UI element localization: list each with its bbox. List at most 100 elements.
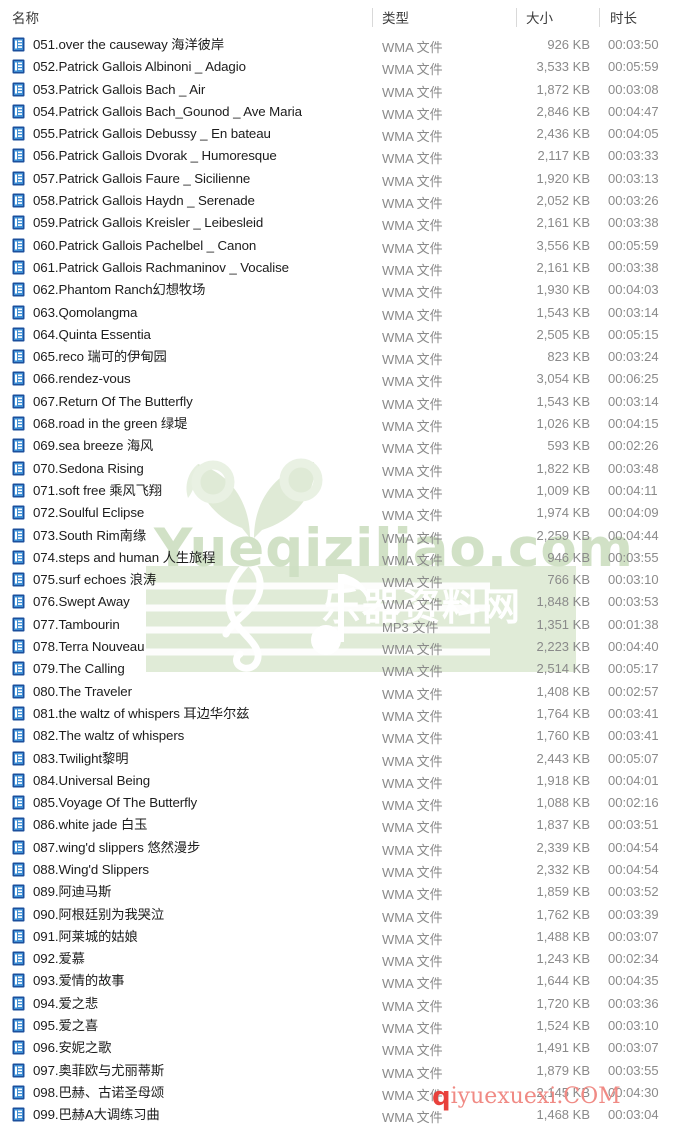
file-name-cell[interactable]: 067.Return Of The Butterfly (12, 393, 193, 410)
table-row[interactable]: 079.The Calling WMA 文件 2,514 KB 00:05:17 (0, 658, 700, 680)
table-row[interactable]: 099.巴赫A大调练习曲 WMA 文件 1,468 KB 00:03:04 (0, 1104, 700, 1126)
file-name-cell[interactable]: 088.Wing'd Slippers (12, 861, 149, 878)
table-row[interactable]: 077.Tambourin MP3 文件 1,351 KB 00:01:38 (0, 614, 700, 636)
file-name-cell[interactable]: 091.阿莱城的姑娘 (12, 928, 138, 945)
file-name-cell[interactable]: 084.Universal Being (12, 772, 150, 789)
file-name-cell[interactable]: 078.Terra Nouveau (12, 638, 145, 655)
table-row[interactable]: 083.Twilight黎明 WMA 文件 2,443 KB 00:05:07 (0, 748, 700, 770)
table-row[interactable]: 097.奥菲欧与尤丽蒂斯 WMA 文件 1,879 KB 00:03:55 (0, 1060, 700, 1082)
file-name-cell[interactable]: 070.Sedona Rising (12, 460, 144, 477)
table-row[interactable]: 089.阿迪马斯 WMA 文件 1,859 KB 00:03:52 (0, 881, 700, 903)
column-header-duration[interactable]: 时长 (610, 7, 637, 27)
file-name-cell[interactable]: 099.巴赫A大调练习曲 (12, 1106, 160, 1123)
file-name-cell[interactable]: 059.Patrick Gallois Kreisler _ Leibeslei… (12, 214, 263, 231)
table-row[interactable]: 053.Patrick Gallois Bach _ Air WMA 文件 1,87… (0, 79, 700, 101)
table-row[interactable]: 066.rendez-vous WMA 文件 3,054 KB 00:06:25 (0, 368, 700, 390)
file-name-cell[interactable]: 094.爱之悲 (12, 995, 98, 1012)
file-name-cell[interactable]: 064.Quinta Essentia (12, 326, 151, 343)
file-name-cell[interactable]: 060.Patrick Gallois Pachelbel _ Canon (12, 237, 256, 254)
file-name-cell[interactable]: 096.安妮之歌 (12, 1039, 111, 1056)
file-name-cell[interactable]: 051.over the causeway 海洋彼岸 (12, 36, 224, 53)
table-row[interactable]: 071.soft free 乘风飞翔 WMA 文件 1,009 KB 00:04:11 (0, 480, 700, 502)
file-name-cell[interactable]: 077.Tambourin (12, 616, 120, 633)
table-row[interactable]: 061.Patrick Gallois Rachmaninov _ Vocali… (0, 257, 700, 279)
table-row[interactable]: 063.Qomolangma WMA 文件 1,543 KB 00:03:14 (0, 302, 700, 324)
file-name-cell[interactable]: 076.Swept Away (12, 593, 130, 610)
table-row[interactable]: 052.Patrick Gallois Albinoni _ Adagio WMA… (0, 56, 700, 78)
table-row[interactable]: 087.wing'd slippers 悠然漫步 WMA 文件 2,339 KB 00… (0, 837, 700, 859)
file-name-cell[interactable]: 073.South Rim南缘 (12, 527, 146, 544)
file-name-cell[interactable]: 075.surf echoes 浪涛 (12, 571, 156, 588)
file-name-cell[interactable]: 063.Qomolangma (12, 304, 137, 321)
file-name-cell[interactable]: 093.爱情的故事 (12, 972, 125, 989)
file-name-cell[interactable]: 098.巴赫、古诺圣母颂 (12, 1084, 164, 1101)
file-name-cell[interactable]: 097.奥菲欧与尤丽蒂斯 (12, 1062, 164, 1079)
table-row[interactable]: 095.爱之喜 WMA 文件 1,524 KB 00:03:10 (0, 1015, 700, 1037)
table-row[interactable]: 091.阿莱城的姑娘 WMA 文件 1,488 KB 00:03:07 (0, 926, 700, 948)
file-name-cell[interactable]: 089.阿迪马斯 (12, 883, 111, 900)
file-name-cell[interactable]: 082.The waltz of whispers (12, 727, 184, 744)
table-row[interactable]: 062.Phantom Ranch幻想牧场 WMA 文件 1,930 KB 00:04… (0, 279, 700, 301)
table-row[interactable]: 092.爱慕 WMA 文件 1,243 KB 00:02:34 (0, 948, 700, 970)
file-name-cell[interactable]: 052.Patrick Gallois Albinoni _ Adagio (12, 58, 246, 75)
file-name-cell[interactable]: 085.Voyage Of The Butterfly (12, 794, 197, 811)
table-row[interactable]: 073.South Rim南缘 WMA 文件 2,259 KB 00:04:44 (0, 525, 700, 547)
table-row[interactable]: 098.巴赫、古诺圣母颂 WMA 文件 2,145 KB 00:04:30 (0, 1082, 700, 1104)
file-name-cell[interactable]: 083.Twilight黎明 (12, 750, 129, 767)
file-name-cell[interactable]: 074.steps and human 人生旅程 (12, 549, 215, 566)
file-name-cell[interactable]: 053.Patrick Gallois Bach _ Air (12, 81, 205, 98)
table-row[interactable]: 096.安妮之歌 WMA 文件 1,491 KB 00:03:07 (0, 1037, 700, 1059)
table-row[interactable]: 088.Wing'd Slippers WMA 文件 2,332 KB 00:04:5… (0, 859, 700, 881)
table-row[interactable]: 072.Soulful Eclipse WMA 文件 1,974 KB 00:04:0… (0, 502, 700, 524)
table-row[interactable]: 060.Patrick Gallois Pachelbel _ Canon WMA… (0, 235, 700, 257)
table-row[interactable]: 076.Swept Away WMA 文件 1,848 KB 00:03:53 (0, 591, 700, 613)
file-name-cell[interactable]: 054.Patrick Gallois Bach_Gounod _ Ave Ma… (12, 103, 302, 120)
table-row[interactable]: 064.Quinta Essentia WMA 文件 2,505 KB 00:05:1… (0, 324, 700, 346)
table-row[interactable]: 054.Patrick Gallois Bach_Gounod _ Ave Ma… (0, 101, 700, 123)
file-name-cell[interactable]: 087.wing'd slippers 悠然漫步 (12, 839, 200, 856)
table-row[interactable]: 068.road in the green 绿堤 WMA 文件 1,026 KB 00… (0, 413, 700, 435)
file-name-cell[interactable]: 069.sea breeze 海风 (12, 437, 153, 454)
table-row[interactable]: 081.the waltz of whispers 耳边华尔兹 WMA 文件 1,7… (0, 703, 700, 725)
file-name-cell[interactable]: 071.soft free 乘风飞翔 (12, 482, 162, 499)
table-row[interactable]: 080.The Traveler WMA 文件 1,408 KB 00:02:57 (0, 681, 700, 703)
table-row[interactable]: 055.Patrick Gallois Debussy _ En bateau W… (0, 123, 700, 145)
table-row[interactable]: 058.Patrick Gallois Haydn _ Serenade WMA … (0, 190, 700, 212)
file-name-cell[interactable]: 072.Soulful Eclipse (12, 504, 144, 521)
table-row[interactable]: 056.Patrick Gallois Dvorak _ Humoresque W… (0, 145, 700, 167)
table-row[interactable]: 059.Patrick Gallois Kreisler _ Leibeslei… (0, 212, 700, 234)
file-name-cell[interactable]: 066.rendez-vous (12, 370, 131, 387)
file-name-cell[interactable]: 065.reco 瑞可的伊甸园 (12, 348, 167, 365)
file-name-cell[interactable]: 057.Patrick Gallois Faure _ Sicilienne (12, 170, 250, 187)
table-row[interactable]: 082.The waltz of whispers WMA 文件 1,760 KB 0… (0, 725, 700, 747)
column-header-size[interactable]: 大小 (526, 7, 553, 27)
file-name-cell[interactable]: 058.Patrick Gallois Haydn _ Serenade (12, 192, 255, 209)
file-name-cell[interactable]: 081.the waltz of whispers 耳边华尔兹 (12, 705, 249, 722)
table-row[interactable]: 070.Sedona Rising WMA 文件 1,822 KB 00:03:48 (0, 458, 700, 480)
table-row[interactable]: 094.爱之悲 WMA 文件 1,720 KB 00:03:36 (0, 993, 700, 1015)
table-row[interactable]: 093.爱情的故事 WMA 文件 1,644 KB 00:04:35 (0, 970, 700, 992)
table-row[interactable]: 057.Patrick Gallois Faure _ Sicilienne WM… (0, 168, 700, 190)
file-name-cell[interactable]: 062.Phantom Ranch幻想牧场 (12, 281, 205, 298)
column-separator-2[interactable] (516, 8, 517, 27)
column-separator-3[interactable] (599, 8, 600, 27)
file-name-cell[interactable]: 068.road in the green 绿堤 (12, 415, 187, 432)
table-row[interactable]: 078.Terra Nouveau WMA 文件 2,223 KB 00:04:40 (0, 636, 700, 658)
table-row[interactable]: 075.surf echoes 浪涛 WMA 文件 766 KB 00:03:10 (0, 569, 700, 591)
table-row[interactable]: 086.white jade 白玉 WMA 文件 1,837 KB 00:03:51 (0, 814, 700, 836)
column-header-name[interactable]: 名称 (12, 7, 39, 27)
file-name-cell[interactable]: 092.爱慕 (12, 950, 85, 967)
file-name-cell[interactable]: 056.Patrick Gallois Dvorak _ Humoresque (12, 147, 277, 164)
file-name-cell[interactable]: 095.爱之喜 (12, 1017, 98, 1034)
file-name-cell[interactable]: 079.The Calling (12, 660, 125, 677)
column-separator-1[interactable] (372, 8, 373, 27)
file-name-cell[interactable]: 061.Patrick Gallois Rachmaninov _ Vocali… (12, 259, 289, 276)
column-header-type[interactable]: 类型 (382, 7, 409, 27)
table-row[interactable]: 065.reco 瑞可的伊甸园 WMA 文件 823 KB 00:03:24 (0, 346, 700, 368)
file-name-cell[interactable]: 055.Patrick Gallois Debussy _ En bateau (12, 125, 271, 142)
file-name-cell[interactable]: 086.white jade 白玉 (12, 816, 147, 833)
table-row[interactable]: 090.阿根廷别为我哭泣 WMA 文件 1,762 KB 00:03:39 (0, 904, 700, 926)
table-row[interactable]: 085.Voyage Of The Butterfly WMA 文件 1,088 K… (0, 792, 700, 814)
table-row[interactable]: 067.Return Of The Butterfly WMA 文件 1,543 K… (0, 391, 700, 413)
file-name-cell[interactable]: 090.阿根廷别为我哭泣 (12, 906, 164, 923)
